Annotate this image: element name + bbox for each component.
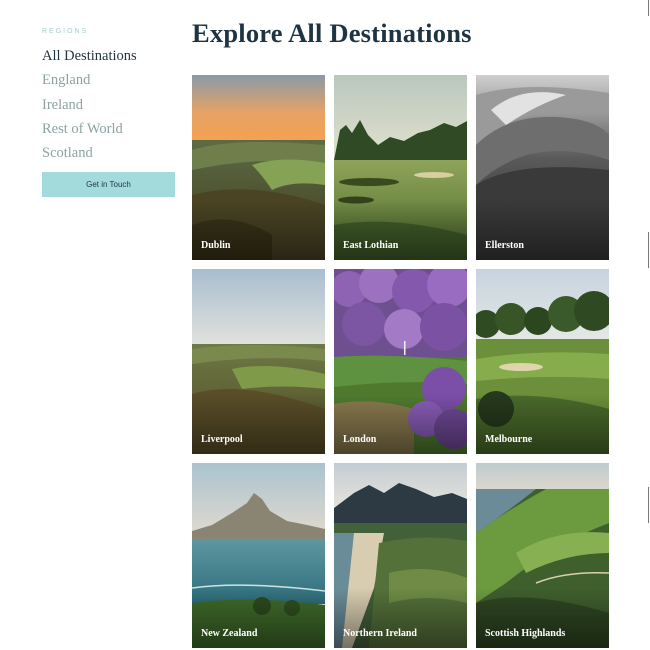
destination-label: Northern Ireland — [343, 628, 417, 639]
destination-card-liverpool[interactable]: Liverpool — [192, 269, 325, 454]
nav-item-rest-of-world[interactable]: Rest of World — [42, 117, 175, 141]
destination-card-london[interactable]: London — [334, 269, 467, 454]
regions-sidebar: REGIONS All Destinations England Ireland… — [42, 28, 175, 198]
destination-label: Dublin — [201, 240, 231, 251]
destination-card-east-lothian[interactable]: East Lothian — [334, 75, 467, 260]
destination-label: Scottish Highlands — [485, 628, 566, 639]
destination-card-dublin[interactable]: Dublin — [192, 75, 325, 260]
nav-item-england[interactable]: England — [42, 68, 175, 92]
nav-item-ireland[interactable]: Ireland — [42, 93, 175, 117]
get-in-touch-button[interactable]: Get in Touch — [42, 172, 175, 198]
destination-card-new-zealand[interactable]: New Zealand — [192, 463, 325, 648]
destination-label: New Zealand — [201, 628, 258, 639]
page-title: Explore All Destinations — [192, 18, 472, 48]
destination-label: Ellerston — [485, 240, 524, 251]
nav-item-all-destinations[interactable]: All Destinations — [42, 44, 175, 68]
destination-card-northern-ireland[interactable]: Northern Ireland — [334, 463, 467, 648]
destination-label: London — [343, 434, 377, 445]
regions-label: REGIONS — [42, 28, 89, 35]
scrollbar-mark — [648, 0, 649, 16]
nav-item-scotland[interactable]: Scotland — [42, 141, 175, 165]
destination-card-melbourne[interactable]: Melbourne — [476, 269, 609, 454]
destination-card-scottish-highlands[interactable]: Scottish Highlands — [476, 463, 609, 648]
scrollbar-mark — [648, 232, 649, 268]
scrollbar-mark — [648, 487, 649, 523]
destination-card-ellerston[interactable]: Ellerston — [476, 75, 609, 260]
destination-label: East Lothian — [343, 240, 399, 251]
regions-nav: All Destinations England Ireland Rest of… — [42, 44, 175, 165]
destination-label: Melbourne — [485, 434, 533, 445]
destination-label: Liverpool — [201, 434, 243, 445]
